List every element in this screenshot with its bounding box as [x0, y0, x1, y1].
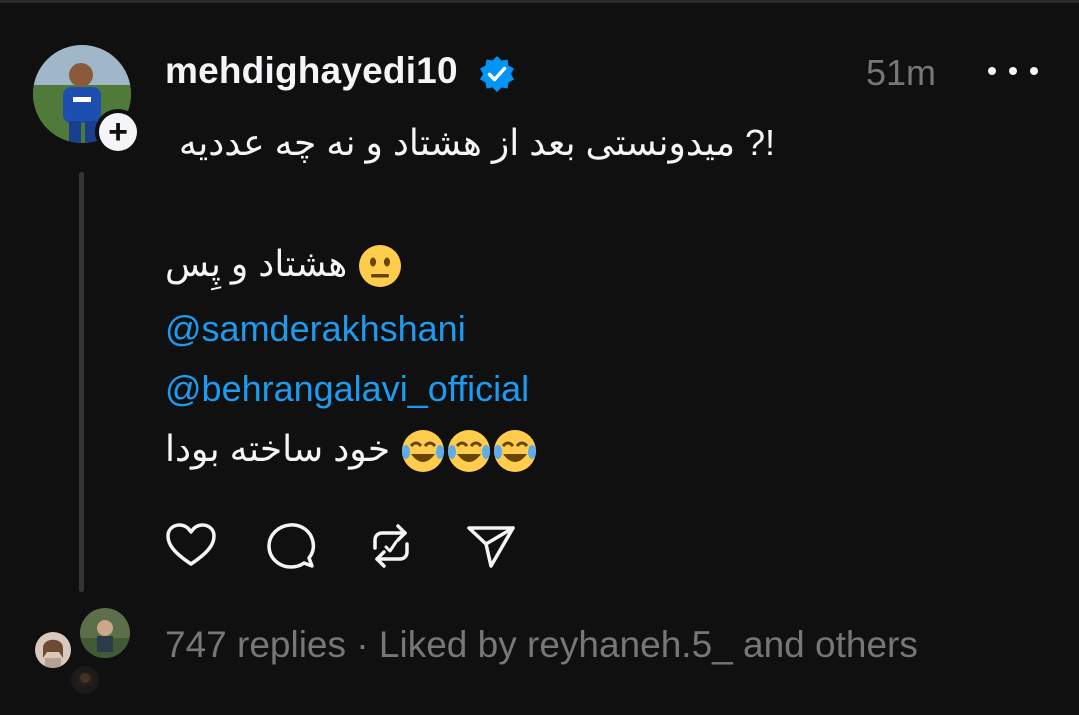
post-text-line-2-text: هشتاد و پِس	[165, 243, 348, 284]
share-send-icon[interactable]	[465, 520, 517, 572]
neutral-face-emoji-icon	[357, 243, 403, 289]
plus-icon: +	[99, 113, 137, 151]
avatar	[68, 663, 102, 697]
mention-link[interactable]: @behrangalavi_official	[165, 368, 529, 410]
avatar	[77, 605, 133, 661]
repost-icon[interactable]	[365, 520, 417, 572]
avatar	[32, 629, 74, 671]
post-text-line-5-text: خود ساخته بودا	[165, 428, 391, 469]
thread-post: + mehdighayedi10 51m !? میدونستی بعد از …	[0, 0, 1079, 715]
post-actions	[165, 520, 565, 572]
tears-of-joy-emoji-icon	[492, 428, 538, 474]
replies-count-link[interactable]: 747 replies	[165, 624, 346, 665]
post-text-line-5: خود ساخته بودا	[165, 428, 538, 474]
mention-link[interactable]: @samderakhshani	[165, 308, 466, 350]
post-footer: 747 replies · Liked by reyhaneh.5_ and o…	[165, 624, 918, 666]
follow-button[interactable]: +	[95, 109, 141, 155]
author-username[interactable]: mehdighayedi10	[165, 50, 458, 92]
reply-comment-icon[interactable]	[265, 520, 317, 572]
liked-by-link[interactable]: Liked by reyhaneh.5_ and others	[379, 624, 918, 665]
more-options-icon[interactable]	[988, 56, 1038, 86]
tears-of-joy-emoji-icon	[400, 428, 446, 474]
like-heart-icon[interactable]	[165, 520, 217, 572]
tears-of-joy-emoji-icon	[446, 428, 492, 474]
footer-separator: ·	[346, 624, 379, 665]
post-timestamp: 51m	[866, 52, 937, 93]
verified-badge-icon	[477, 54, 517, 94]
liked-by-avatars[interactable]	[30, 605, 133, 697]
thread-line	[79, 172, 84, 592]
post-text-line-2: هشتاد و پِس	[165, 243, 403, 289]
post-text-line-1: !? میدونستی بعد از هشتاد و نه چه عددیه	[178, 122, 775, 163]
